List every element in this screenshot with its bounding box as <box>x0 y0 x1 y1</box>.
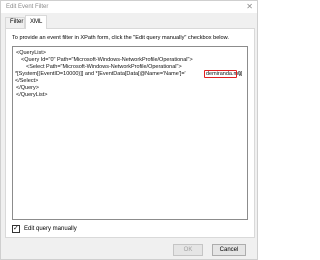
xml-query-editor[interactable]: <QueryList> <Query Id="0" Path="Microsof… <box>12 46 248 220</box>
xml-line: </Select> <box>15 78 39 84</box>
highlight-box <box>204 70 237 78</box>
edit-event-filter-dialog: Edit Event Filter ✕ Filter XML To provid… <box>0 0 258 260</box>
check-icon: ✓ <box>13 225 19 232</box>
xml-line: </QueryList> <box>16 92 48 98</box>
cancel-button[interactable]: Cancel <box>212 244 246 256</box>
title-bar: Edit Event Filter ✕ <box>1 1 257 13</box>
xml-line: *[System[(EventID=10000)]] and *[EventDa… <box>15 71 186 77</box>
ok-button[interactable]: OK <box>173 244 203 256</box>
xml-line: <Query Id="0" Path="Microsoft-Windows-Ne… <box>21 57 193 63</box>
instructions-text: To provide an event filter in XPath form… <box>12 35 229 41</box>
edit-query-manually-label[interactable]: Edit query manually <box>24 226 77 233</box>
tab-filter[interactable]: Filter <box>5 17 25 28</box>
xml-tab-panel: To provide an event filter in XPath form… <box>5 28 255 238</box>
xml-line: ']] <box>238 71 243 77</box>
window-title: Edit Event Filter <box>6 4 49 10</box>
xml-line: </Query> <box>16 85 39 91</box>
tab-xml[interactable]: XML <box>25 15 47 29</box>
xml-line: <QueryList> <box>16 50 46 56</box>
edit-query-manually-checkbox[interactable]: ✓ <box>12 225 20 233</box>
close-icon[interactable]: ✕ <box>246 2 253 11</box>
xml-line: <Select Path="Microsoft-Windows-NetworkP… <box>26 64 182 70</box>
